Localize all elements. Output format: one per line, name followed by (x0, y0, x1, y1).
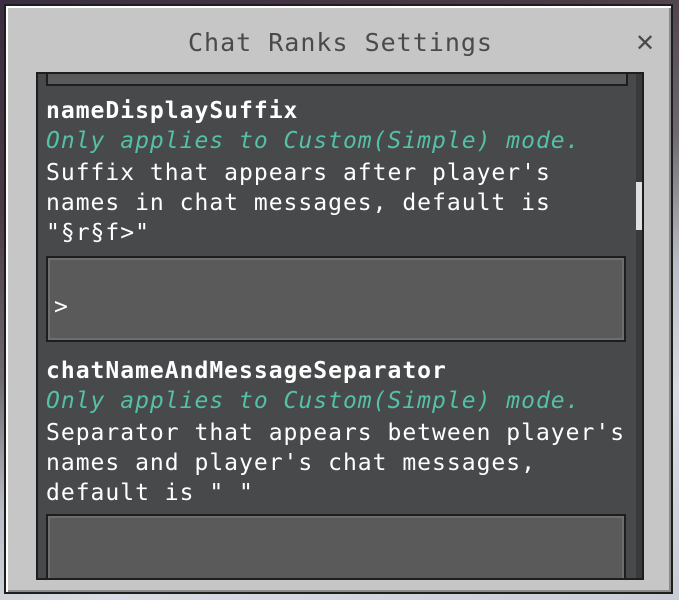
input-value: > (54, 294, 68, 320)
setting-name: nameDisplaySuffix (46, 98, 299, 124)
setting-description: Suffix that appears after player's names… (46, 160, 566, 246)
setting-note: Only applies to Custom(Simple) mode. (46, 388, 581, 414)
close-icon[interactable]: ✕ (632, 30, 658, 56)
setting-name: chatNameAndMessageSeparator (46, 358, 447, 384)
settings-dialog: Chat Ranks Settings ✕ nameDisplaySuffix … (4, 4, 673, 594)
name-display-suffix-input[interactable]: > (46, 256, 626, 342)
scroll-thumb[interactable] (636, 182, 642, 230)
scrollbar[interactable] (636, 74, 642, 578)
setting-note: Only applies to Custom(Simple) mode. (46, 128, 581, 154)
dialog-title: Chat Ranks Settings (188, 28, 493, 57)
previous-setting-input[interactable] (46, 74, 628, 86)
setting-description: Separator that appears between player's … (46, 420, 640, 506)
chat-name-message-separator-input[interactable] (46, 514, 626, 578)
settings-scroll-area[interactable]: nameDisplaySuffix Only applies to Custom… (36, 72, 644, 580)
